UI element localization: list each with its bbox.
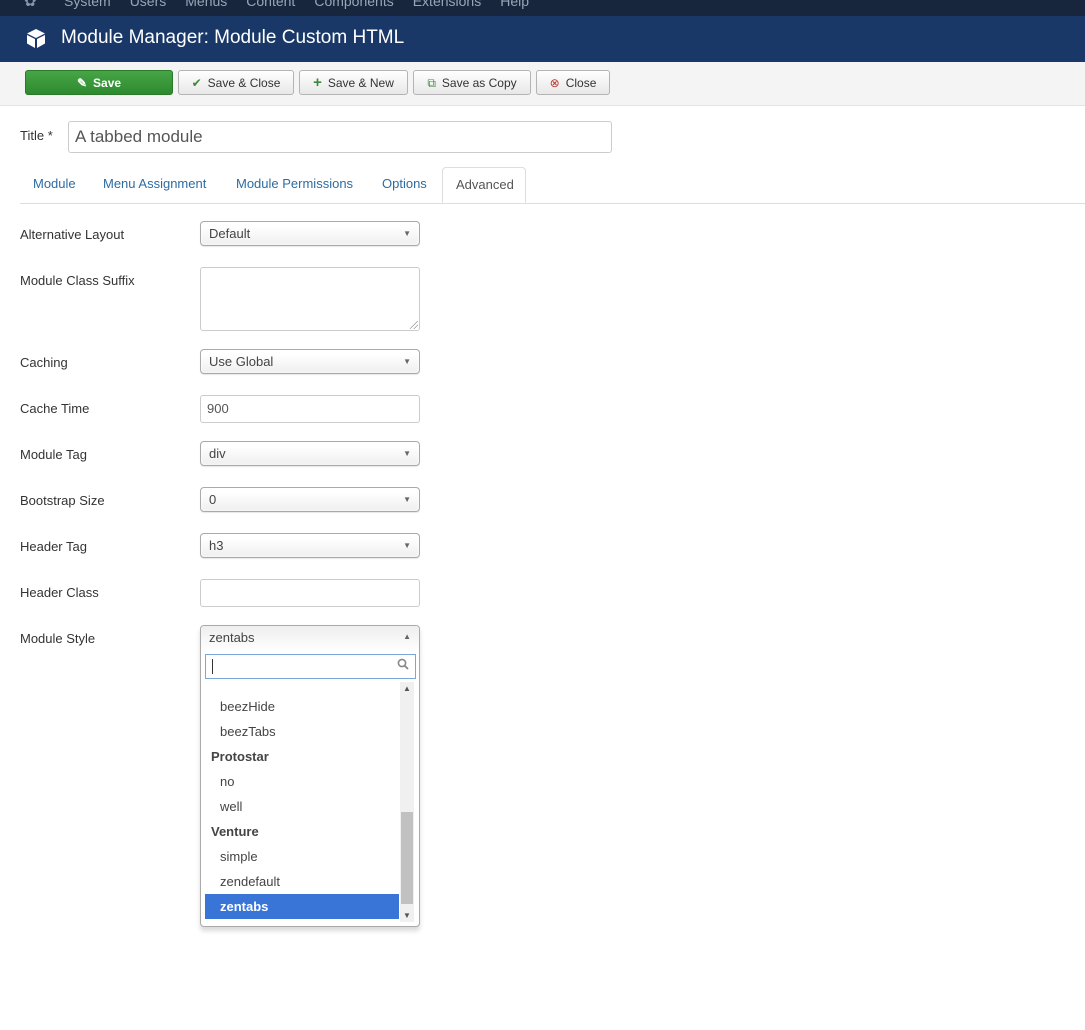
plus-icon: + (313, 74, 322, 91)
save-button-label: Save (93, 75, 122, 90)
chevron-down-icon: ▼ (403, 495, 411, 504)
scroll-down-icon[interactable]: ▼ (403, 911, 411, 920)
class-suffix-textarea[interactable] (200, 267, 420, 331)
option-zendefault[interactable]: zendefault (205, 869, 399, 894)
tab-options[interactable]: Options (369, 167, 440, 203)
bootstrap-size-label: Bootstrap Size (20, 493, 105, 508)
save-button[interactable]: ✎ Save (25, 70, 173, 95)
cache-time-input[interactable]: 900 (200, 395, 420, 423)
chevron-down-icon: ▼ (403, 541, 411, 550)
alt-layout-value: Default (209, 226, 251, 241)
top-menu-help[interactable]: Help (500, 0, 529, 9)
save-copy-label: Save as Copy (441, 75, 517, 90)
top-menu-content[interactable]: Content (246, 0, 295, 9)
title-label: Title * (20, 128, 53, 143)
option-well[interactable]: well (205, 794, 399, 819)
header-class-label: Header Class (20, 585, 99, 600)
module-tag-label: Module Tag (20, 447, 87, 462)
tab-bar: Module Menu Assignment Module Permission… (20, 167, 1085, 204)
module-style-value: zentabs (209, 630, 255, 645)
joomla-logo-icon[interactable]: ✿ (24, 0, 42, 10)
group-protostar: Protostar (211, 749, 269, 764)
alt-layout-label: Alternative Layout (20, 227, 125, 242)
option-beeztabs[interactable]: beezTabs (205, 719, 399, 744)
option-zenslider[interactable]: zenslider (205, 919, 399, 926)
module-tag-value: div (209, 446, 226, 461)
text-cursor (212, 659, 213, 674)
chevron-down-icon: ▼ (403, 449, 411, 458)
check-icon: ✔ (191, 75, 202, 90)
option-zentabs[interactable]: zentabs (205, 894, 399, 919)
page-header: Module Manager: Module Custom HTML (0, 16, 1085, 62)
save-copy-button[interactable]: ⧉ Save as Copy (413, 70, 531, 95)
group-venture: Venture (211, 824, 259, 839)
module-tag-select[interactable]: div ▼ (200, 441, 420, 466)
copy-icon: ⧉ (427, 75, 436, 90)
top-menu: System Users Menus Content Components Ex… (64, 0, 548, 9)
tab-menu-assignment[interactable]: Menu Assignment (90, 167, 219, 203)
save-new-label: Save & New (327, 75, 394, 90)
scrollbar-thumb[interactable] (401, 812, 413, 904)
bootstrap-size-value: 0 (209, 492, 217, 507)
save-close-button[interactable]: ✔ Save & Close (178, 70, 294, 95)
caching-value: Use Global (209, 354, 274, 369)
resize-grip-icon[interactable] (410, 321, 418, 329)
cube-icon (27, 29, 45, 48)
caching-select[interactable]: Use Global ▼ (200, 349, 420, 374)
top-menu-system[interactable]: System (64, 0, 111, 9)
save-close-label: Save & Close (207, 75, 281, 90)
module-style-dropdown[interactable]: zentabs ▲ beezHide beezTabs Protostar no… (200, 625, 420, 927)
header-class-input[interactable] (200, 579, 420, 607)
top-menu-extensions[interactable]: Extensions (413, 0, 481, 9)
scroll-up-icon[interactable]: ▲ (403, 684, 411, 693)
tab-module[interactable]: Module (20, 167, 89, 203)
chevron-down-icon: ▼ (403, 229, 411, 238)
edit-icon: ✎ (76, 75, 88, 90)
caching-label: Caching (20, 355, 68, 370)
header-tag-value: h3 (209, 538, 224, 553)
options-scrollbar[interactable]: ▲ ▼ (400, 682, 414, 922)
module-style-label: Module Style (20, 631, 96, 646)
close-button[interactable]: ⊗ Close (536, 70, 610, 95)
chevron-down-icon: ▼ (403, 357, 411, 366)
toolbar: ✎ Save ✔ Save & Close + Save & New ⧉ Sav… (0, 62, 1085, 106)
header-tag-select[interactable]: h3 ▼ (200, 533, 420, 558)
page-title: Module Manager: Module Custom HTML (61, 27, 405, 48)
cache-time-label: Cache Time (20, 401, 90, 416)
top-menu-users[interactable]: Users (130, 0, 167, 9)
close-label: Close (565, 75, 597, 90)
title-input[interactable] (68, 121, 612, 153)
bootstrap-size-select[interactable]: 0 ▼ (200, 487, 420, 512)
chevron-up-icon: ▲ (403, 632, 411, 641)
option-no[interactable]: no (205, 769, 399, 794)
class-suffix-label: Module Class Suffix (20, 273, 135, 288)
module-style-search-input[interactable] (205, 654, 416, 679)
top-menu-components[interactable]: Components (314, 0, 393, 9)
close-circle-icon: ⊗ (549, 75, 560, 90)
option-beezhide[interactable]: beezHide (205, 694, 399, 719)
search-icon (397, 658, 409, 670)
tab-advanced[interactable]: Advanced (442, 167, 526, 203)
option-simple[interactable]: simple (205, 844, 399, 869)
tab-module-permissions[interactable]: Module Permissions (223, 167, 366, 203)
admin-top-nav: ✿ System Users Menus Content Components … (0, 0, 1085, 16)
module-style-options: beezHide beezTabs Protostar no well Vent… (205, 682, 399, 926)
alt-layout-select[interactable]: Default ▼ (200, 221, 420, 246)
top-menu-menus[interactable]: Menus (185, 0, 227, 9)
save-new-button[interactable]: + Save & New (299, 70, 408, 95)
header-tag-label: Header Tag (20, 539, 87, 554)
module-style-select[interactable]: zentabs ▲ (201, 626, 419, 652)
